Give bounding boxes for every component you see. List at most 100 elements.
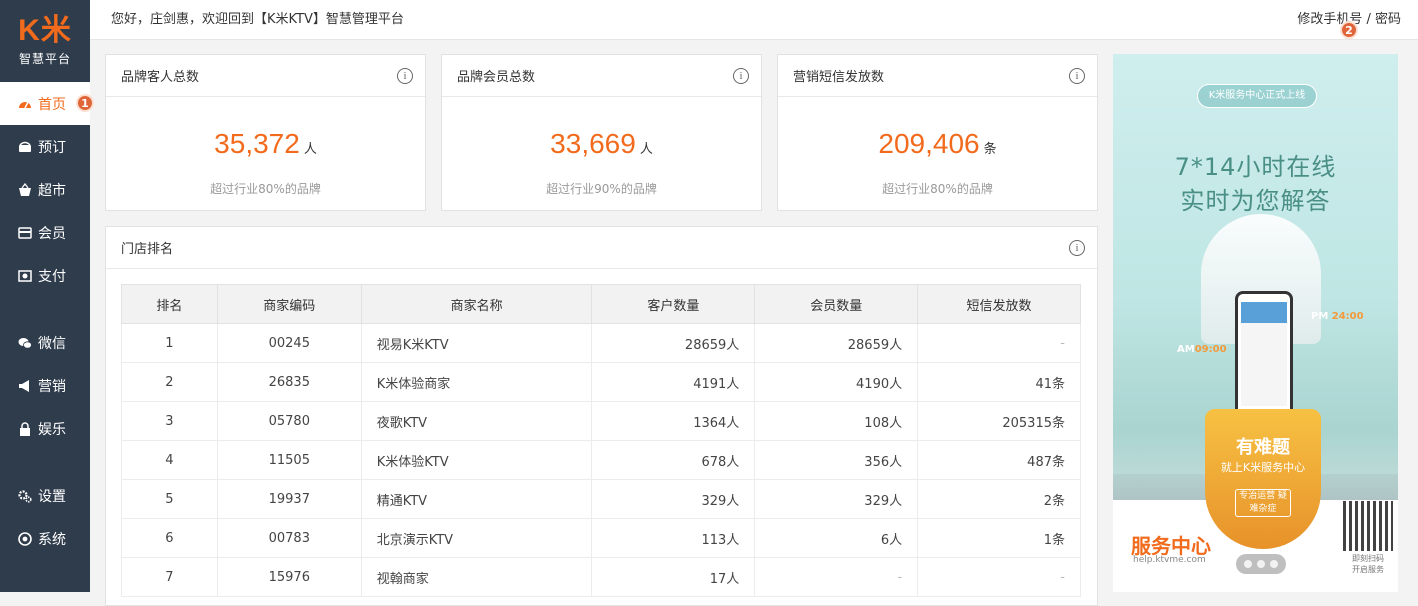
sidebar-item-member[interactable]: 会员 <box>0 211 90 254</box>
rank-cell: 5 <box>121 479 218 519</box>
column-header[interactable]: 客户数量 <box>591 284 756 324</box>
service-center-url: help.ktvme.com <box>1133 555 1206 565</box>
carousel-dot[interactable] <box>1270 560 1278 568</box>
pm-label: PM <box>1311 311 1329 322</box>
merchant-name-cell: 夜歌KTV <box>360 401 593 441</box>
column-header[interactable]: 短信发放数 <box>917 284 1081 324</box>
pm-time: 24:00 <box>1331 311 1364 322</box>
stat-note: 超过行业80%的品牌 <box>210 182 321 196</box>
customer-count-cell: 4191人 <box>591 362 756 402</box>
panel-title: 门店排名 <box>121 242 174 257</box>
banner-tag: K米服务中心正式上线 <box>1197 84 1317 108</box>
stat-value: 35,372 <box>214 128 300 159</box>
member-count-cell: 6人 <box>754 518 919 558</box>
rank-cell: 1 <box>121 323 218 363</box>
merchant-code-cell: 19937 <box>216 479 362 519</box>
sidebar-item-label: 预订 <box>38 139 66 156</box>
account-badge: 2 <box>1340 21 1358 39</box>
table-row[interactable]: 3 05780 夜歌KTV 1364人 108人 205315条 <box>121 401 1081 441</box>
sidebar-item-label: 会员 <box>38 225 66 242</box>
banner-headline: 7*14小时在线 实时为您解答 <box>1113 150 1398 218</box>
logo[interactable]: K米 智慧平台 <box>0 0 90 82</box>
lock-icon <box>18 421 32 436</box>
home-badge: 1 <box>76 94 94 112</box>
sms-count-cell: 487条 <box>917 440 1081 480</box>
service-center-banner[interactable]: K米服务中心正式上线 7*14小时在线 实时为您解答 AM09:00 PM 24… <box>1113 54 1398 592</box>
info-icon[interactable]: i <box>1069 68 1085 84</box>
info-icon[interactable]: i <box>397 68 413 84</box>
member-count-cell: 356人 <box>754 440 919 480</box>
column-header[interactable]: 商家名称 <box>360 284 593 324</box>
banner-headline-line-1: 7*14小时在线 <box>1174 153 1337 181</box>
member-count-cell: - <box>754 557 919 597</box>
stat-card-brand-customers: 品牌客人总数 i 35,372 人 超过行业80%的品牌 <box>105 54 426 211</box>
customer-count-cell: 28659人 <box>591 323 756 363</box>
sidebar-item-marketing[interactable]: 营销 <box>0 364 90 407</box>
dashboard-icon <box>18 97 32 111</box>
info-icon[interactable]: i <box>733 68 749 84</box>
merchant-name-cell: K米体验KTV <box>360 440 593 480</box>
table-row[interactable]: 6 00783 北京演示KTV 113人 6人 1条 <box>121 518 1081 558</box>
carousel-dot[interactable] <box>1257 560 1265 568</box>
carousel-dots[interactable] <box>1236 554 1286 574</box>
merchant-name-cell: 北京演示KTV <box>360 518 593 558</box>
qr-caption-line-2: 开启服务 <box>1352 565 1384 574</box>
table-row[interactable]: 5 19937 精通KTV 329人 329人 2条 <box>121 479 1081 519</box>
sidebar-item-label: 娱乐 <box>38 421 66 438</box>
sidebar-item-label: 营销 <box>38 378 66 395</box>
sidebar-item-wechat[interactable]: 微信 <box>0 321 90 364</box>
merchant-name-cell: 精通KTV <box>360 479 593 519</box>
stat-card-sms-sent: 营销短信发放数 i 209,406 条 超过行业80%的品牌 <box>777 54 1098 211</box>
sidebar-item-payment[interactable]: 支付 <box>0 254 90 297</box>
carousel-dot[interactable] <box>1244 560 1252 568</box>
merchant-name-cell: K米体验商家 <box>360 362 593 402</box>
table-row[interactable]: 1 00245 视易K米KTV 28659人 28659人 - <box>121 323 1081 363</box>
merchant-code-cell: 00783 <box>216 518 362 558</box>
stat-unit: 人 <box>639 142 653 157</box>
phone-illustration <box>1235 291 1293 417</box>
megaphone-icon <box>18 379 32 393</box>
sms-count-cell: 1条 <box>917 518 1081 558</box>
member-count-cell: 329人 <box>754 479 919 519</box>
sidebar-item-system[interactable]: 系统 <box>0 517 90 560</box>
sidebar-item-settings[interactable]: 设置 <box>0 474 90 517</box>
cup-tags: 专治运营 疑难杂症 <box>1235 489 1291 517</box>
rank-cell: 4 <box>121 440 218 480</box>
rank-cell: 2 <box>121 362 218 402</box>
info-icon[interactable]: i <box>1069 240 1085 256</box>
merchant-code-cell: 00245 <box>216 323 362 363</box>
stat-value: 209,406 <box>878 128 980 159</box>
member-count-cell: 4190人 <box>754 362 919 402</box>
sidebar-item-entertainment[interactable]: 娱乐 <box>0 407 90 450</box>
table-header-row: 排名 商家编码 商家名称 客户数量 会员数量 短信发放数 <box>121 284 1081 324</box>
stat-card-brand-members: 品牌会员总数 i 33,669 人 超过行业90%的品牌 <box>441 54 762 211</box>
stat-unit: 人 <box>303 142 317 157</box>
sidebar: K米 智慧平台 首页 1 预订 超市 会员 支付 微信 营销 娱乐 设置 系统 <box>0 0 94 592</box>
qr-caption: 即刻扫码 开启服务 <box>1343 553 1393 575</box>
sidebar-item-label: 首页 <box>38 96 66 113</box>
sidebar-item-label: 系统 <box>38 531 66 548</box>
sidebar-item-market[interactable]: 超市 <box>0 168 90 211</box>
column-header[interactable]: 商家编码 <box>216 284 362 324</box>
column-header[interactable]: 排名 <box>121 284 218 324</box>
sms-count-cell: - <box>917 557 1081 597</box>
am-label: AM <box>1177 344 1195 355</box>
table-row[interactable]: 4 11505 K米体验KTV 678人 356人 487条 <box>121 440 1081 480</box>
am-time: 09:00 <box>1194 344 1227 355</box>
table-row[interactable]: 2 26835 K米体验商家 4191人 4190人 41条 <box>121 362 1081 402</box>
merchant-name-cell: 视翰商家 <box>360 557 593 597</box>
pm-time-label: PM 24:00 <box>1311 311 1364 322</box>
wechat-icon <box>18 336 32 350</box>
stat-title: 品牌客人总数 <box>121 70 200 85</box>
table-row[interactable]: 7 15976 视翰商家 17人 - - <box>121 557 1081 597</box>
column-header[interactable]: 会员数量 <box>754 284 919 324</box>
member-count-cell: 108人 <box>754 401 919 441</box>
sidebar-item-label: 设置 <box>38 488 66 505</box>
cup-subtitle: 就上K米服务中心 <box>1220 461 1306 474</box>
sms-count-cell: - <box>917 323 1081 363</box>
logo-subtitle: 智慧平台 <box>18 51 71 66</box>
customer-count-cell: 1364人 <box>591 401 756 441</box>
sidebar-item-booking[interactable]: 预订 <box>0 125 90 168</box>
sidebar-item-home[interactable]: 首页 1 <box>0 82 94 125</box>
stat-title: 营销短信发放数 <box>793 70 885 85</box>
